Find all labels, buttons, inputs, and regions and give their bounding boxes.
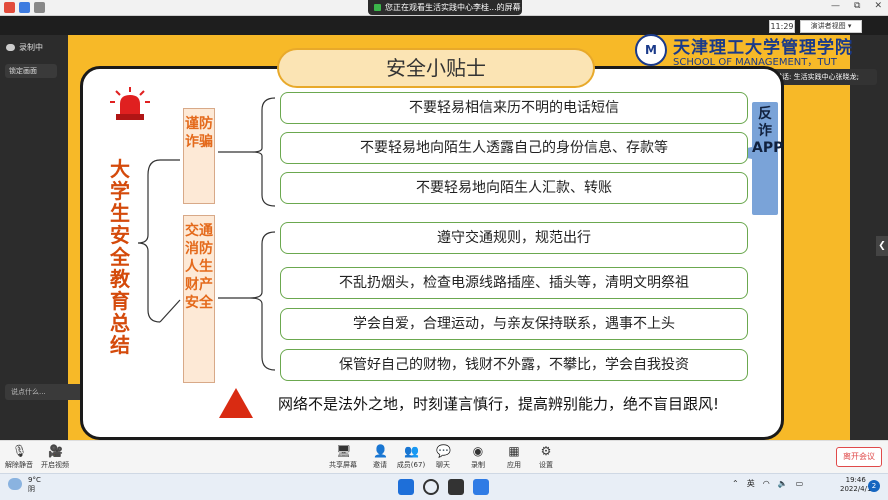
apps-button[interactable]: ▦ 应用 [497, 444, 531, 470]
minimize-button[interactable]: — [831, 1, 840, 11]
grid-icon[interactable] [34, 2, 45, 13]
battery-icon[interactable]: ▭ [796, 479, 804, 488]
share-indicator-icon [374, 4, 381, 11]
task-view-icon[interactable] [448, 479, 464, 495]
invite-label: 邀请 [373, 461, 387, 469]
recording-indicator: 录制中 [6, 42, 43, 53]
record-button[interactable]: ◉ 录制 [461, 444, 495, 470]
safety-item: 不乱扔烟头，检查电源线路插座、插头等，清明文明祭祖 [280, 267, 748, 299]
share-label: 共享屏幕 [329, 461, 357, 469]
search-icon[interactable] [423, 479, 439, 495]
warning-triangle-icon [219, 388, 253, 418]
meeting-toolbar: 🎙 解除静音 🎥 开启视频 🖥 共享屏幕 👤 邀请 👥 成员(67) 💬 聊天 … [0, 440, 888, 473]
members-button[interactable]: 👥 成员(67) [394, 444, 428, 470]
pin-view-button[interactable]: 锁定画面 [5, 64, 57, 78]
category-safety: 交通消防人生财产安全 [183, 215, 215, 383]
weather-widget[interactable]: 9°C 阴 [8, 476, 41, 494]
chevron-left-icon[interactable]: ❮ [876, 236, 888, 256]
mic-off-icon: 🎙 [12, 444, 28, 458]
clock-time: 19:46 [845, 476, 866, 484]
share-banner-text: 您正在观看生活实践中心李桂...的屏幕 [385, 3, 521, 12]
slide-footer: 网络不是法外之地，时刻谨言慎行，提高辨别能力，绝不盲目跟风! [278, 395, 720, 413]
safety-item: 遵守交通规则，规范出行 [280, 222, 748, 254]
fraud-item: 不要轻易地向陌生人汇款、转账 [280, 172, 748, 204]
settings-button[interactable]: ⚙ 设置 [529, 444, 563, 470]
system-tray: ⌃ 英 ◠ 🔈 ▭ [732, 478, 803, 489]
meeting-app-icon[interactable] [473, 479, 489, 495]
chat-input[interactable]: 说点什么... [5, 384, 87, 400]
cloud-icon [8, 478, 22, 490]
pin-view-label: 锁定画面 [9, 67, 37, 75]
app-icon [4, 2, 15, 13]
share-screen-icon: 🖥 [336, 444, 352, 458]
anti-fraud-app-tag: 反诈APP [752, 102, 783, 215]
chat-placeholder: 说点什么... [11, 388, 46, 396]
slide-title: 安全小贴士 [277, 48, 595, 88]
cloud-icon [6, 44, 15, 51]
invite-button[interactable]: 👤 邀请 [363, 444, 397, 470]
unmute-label: 解除静音 [5, 461, 33, 469]
title-bar: 您正在观看生活实践中心李桂...的屏幕 — ⧉ ✕ [0, 0, 888, 16]
chat-button[interactable]: 💬 聊天 [426, 444, 460, 470]
gear-icon: ⚙ [540, 444, 552, 458]
close-button[interactable]: ✕ [874, 1, 882, 11]
chat-label: 聊天 [436, 461, 450, 469]
members-label: 成员(67) [396, 461, 426, 469]
category-fraud: 谨防诈骗 [183, 108, 215, 204]
weather-temp: 9°C [28, 476, 41, 484]
start-icon[interactable] [398, 479, 414, 495]
ime-indicator[interactable]: 英 [747, 478, 755, 489]
wifi-icon[interactable]: ◠ [763, 479, 770, 488]
logo-badge: M [635, 34, 667, 66]
school-logo: M 天津理工大学管理学院 SCHOOL OF MANAGEMENT，TUT [635, 33, 852, 68]
apps-label: 应用 [507, 461, 521, 469]
video-label: 开启视频 [41, 461, 69, 469]
system-clock[interactable]: 19:46 2022/4/1 [840, 476, 871, 494]
chat-icon: 💬 [436, 444, 451, 458]
invite-icon: 👤 [373, 444, 388, 458]
siren-icon [110, 87, 150, 120]
meeting-timer: 11:29 [769, 20, 795, 33]
members-icon: 👥 [404, 444, 419, 458]
left-panel [0, 35, 68, 440]
safety-item: 学会自爱，合理运动，与亲友保持联系，遇事不上头 [280, 308, 748, 340]
record-icon: ◉ [472, 444, 484, 458]
leave-meeting-button[interactable]: 离开会议 [836, 447, 882, 467]
shield-icon [19, 2, 30, 13]
start-video-button[interactable]: 🎥 开启视频 [38, 444, 72, 470]
restore-button[interactable]: ⧉ [854, 1, 860, 11]
fraud-item: 不要轻易地向陌生人透露自己的身份信息、存款等 [280, 132, 748, 164]
fraud-item: 不要轻易相信来历不明的电话短信 [280, 92, 748, 124]
notification-badge[interactable]: 2 [868, 480, 880, 492]
clock-date: 2022/4/1 [840, 485, 872, 493]
screen-share-banner[interactable]: 您正在观看生活实践中心李桂...的屏幕 [368, 0, 522, 15]
safety-item: 保管好自己的财物，钱财不外露，不攀比，学会自我投资 [280, 349, 748, 381]
volume-icon[interactable]: 🔈 [778, 479, 788, 488]
recording-label: 录制中 [19, 43, 43, 52]
chevron-up-icon[interactable]: ⌃ [732, 479, 739, 488]
apps-icon: ▦ [508, 444, 520, 458]
weather-desc: 阴 [28, 485, 35, 493]
main-title: 大学生安全教育总结 [110, 157, 130, 357]
share-screen-button[interactable]: 🖥 共享屏幕 [326, 444, 360, 470]
record-label: 录制 [471, 461, 485, 469]
video-off-icon: 🎥 [48, 444, 63, 458]
unmute-button[interactable]: 🎙 解除静音 [2, 444, 36, 470]
view-mode-dropdown[interactable]: 演讲者视图 ▾ [800, 20, 862, 33]
settings-label: 设置 [539, 461, 553, 469]
